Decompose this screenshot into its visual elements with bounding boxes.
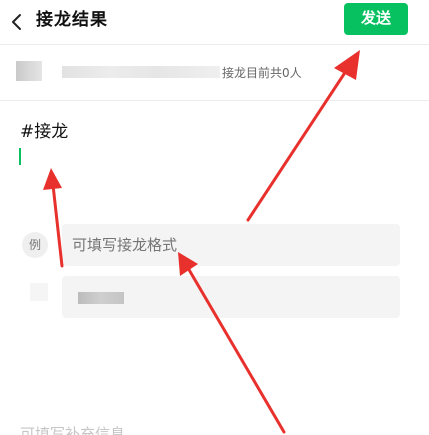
group-avatar-blurred: [16, 61, 42, 81]
format-input[interactable]: [62, 224, 400, 266]
entry-field[interactable]: [62, 276, 400, 318]
header-divider: [0, 44, 429, 45]
send-button[interactable]: 发送: [344, 3, 408, 35]
text-cursor: [19, 148, 21, 165]
back-button[interactable]: [0, 0, 34, 44]
supplement-placeholder[interactable]: 可填写补充信息: [20, 424, 125, 435]
entry-content-blurred: [78, 292, 124, 304]
group-divider: [0, 100, 429, 101]
participant-count: 接龙目前共0人: [222, 66, 302, 80]
header-bar: 接龙结果 发送: [0, 0, 429, 44]
entry-number-blurred: [30, 283, 48, 301]
page-title: 接龙结果: [36, 10, 108, 30]
solitaire-result-screen: 接龙结果 发送 接龙目前共0人 #接龙 例 可填写补充信息: [0, 0, 429, 435]
group-name-blurred: [62, 66, 220, 78]
group-info-row: 接龙目前共0人: [0, 54, 429, 94]
chevron-left-icon: [12, 14, 21, 30]
compose-text[interactable]: #接龙: [20, 120, 68, 144]
example-badge: 例: [22, 232, 48, 258]
